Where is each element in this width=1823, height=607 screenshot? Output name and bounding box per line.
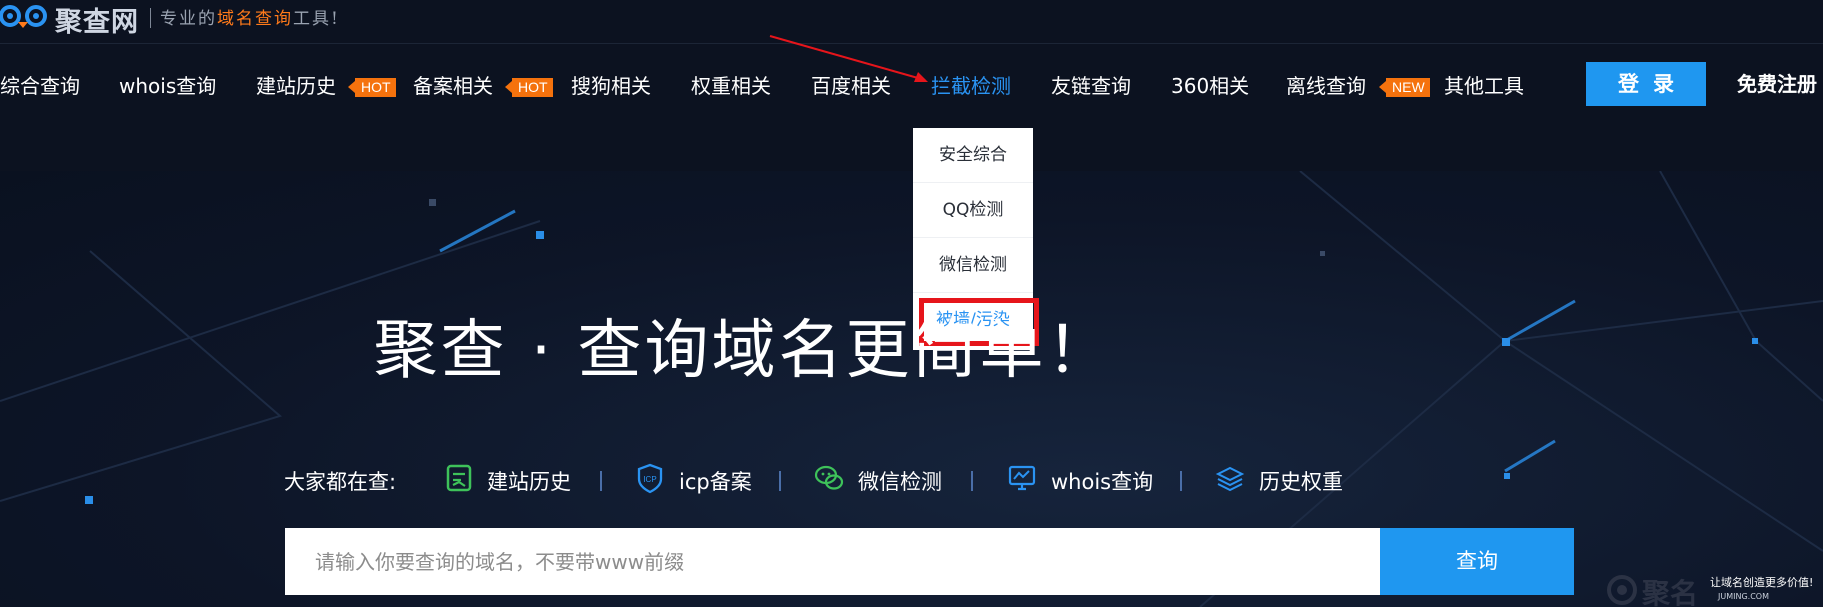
nav-item-其他工具[interactable]: 其他工具 [1444, 44, 1524, 128]
nav-item-whois[interactable]: whois查询 [119, 44, 216, 128]
stack-layers-icon [1215, 466, 1245, 492]
history-doc-icon [446, 464, 472, 492]
svg-text:ICP: ICP [643, 475, 656, 484]
watermark-logo-icon [1607, 575, 1637, 605]
hero-title-text: 聚查 · 查询域名更简单！ [373, 314, 1114, 388]
slogan-highlight: 域名查询 [217, 9, 293, 29]
login-button[interactable]: 登录 [1586, 62, 1706, 106]
slogan-prefix: 专业的 [160, 9, 217, 29]
site-slogan: 专业的域名查询工具! [160, 4, 340, 29]
nav-item-建站历史[interactable]: 建站历史 [256, 44, 336, 128]
watermark-slogan: 让域名创造更多价值! [1710, 576, 1814, 589]
monitor-chart-icon [1008, 465, 1036, 491]
quick-link-whois查询[interactable]: whois查询 [1051, 466, 1153, 496]
register-link[interactable]: 免费注册 [1737, 62, 1817, 106]
nav-item-备案相关[interactable]: 备案相关 [413, 44, 493, 128]
search-button[interactable]: 查询 [1380, 528, 1574, 595]
new-badge: NEW [1379, 78, 1430, 97]
nav-item-拦截检测[interactable]: 拦截检测 [931, 44, 1011, 128]
quick-link-历史权重[interactable]: 历史权重 [1259, 466, 1343, 496]
slogan-suffix: 工具! [293, 9, 340, 29]
watermark-text: 聚名 [1642, 577, 1699, 607]
domain-search-form: 查询 [285, 528, 1574, 595]
quick-divider [600, 471, 602, 491]
popular-searches: 大家都在查: 建站历史 ICP icp备案 微信检测 whois查询 历史权重 [0, 462, 1823, 500]
hot-badge: HOT [348, 78, 396, 97]
quick-link-建站历史[interactable]: 建站历史 [487, 466, 571, 496]
nav-item-友链查询[interactable]: 友链查询 [1051, 44, 1131, 128]
nav-item-搜狗相关[interactable]: 搜狗相关 [571, 44, 651, 128]
nav-item-综合查询[interactable]: 综合查询 [0, 44, 80, 128]
dropdown-item-微信检测[interactable]: 微信检测 [913, 238, 1033, 293]
red-annotation-arrow [769, 35, 928, 82]
nav-item-权重相关[interactable]: 权重相关 [691, 44, 771, 128]
owl-logo-icon[interactable] [0, 2, 52, 32]
popular-searches-label: 大家都在查: [284, 470, 397, 494]
hero-title: 聚查 · 查询域名更简单！ [0, 299, 1823, 391]
quick-link-icp备案[interactable]: icp备案 [679, 466, 752, 496]
domain-search-input[interactable] [285, 528, 1380, 595]
watermark: 聚名 让域名创造更多价值! JUMING.COM [1600, 570, 1823, 607]
quick-divider [779, 471, 781, 491]
wechat-icon [814, 465, 844, 490]
logo-divider [150, 8, 151, 28]
icp-shield-icon: ICP [637, 463, 663, 494]
dropdown-item-qq检测[interactable]: QQ检测 [913, 183, 1033, 238]
nav-item-360相关[interactable]: 360相关 [1171, 44, 1249, 128]
nav-item-离线查询[interactable]: 离线查询 [1286, 44, 1366, 128]
site-name[interactable]: 聚查网 [55, 0, 139, 39]
dropdown-item-安全综合[interactable]: 安全综合 [913, 128, 1033, 183]
quick-divider [971, 471, 973, 491]
watermark-url: JUMING.COM [1718, 592, 1769, 601]
quick-divider [1180, 471, 1182, 491]
hot-badge: HOT [505, 78, 553, 97]
quick-link-微信检测[interactable]: 微信检测 [858, 466, 942, 496]
